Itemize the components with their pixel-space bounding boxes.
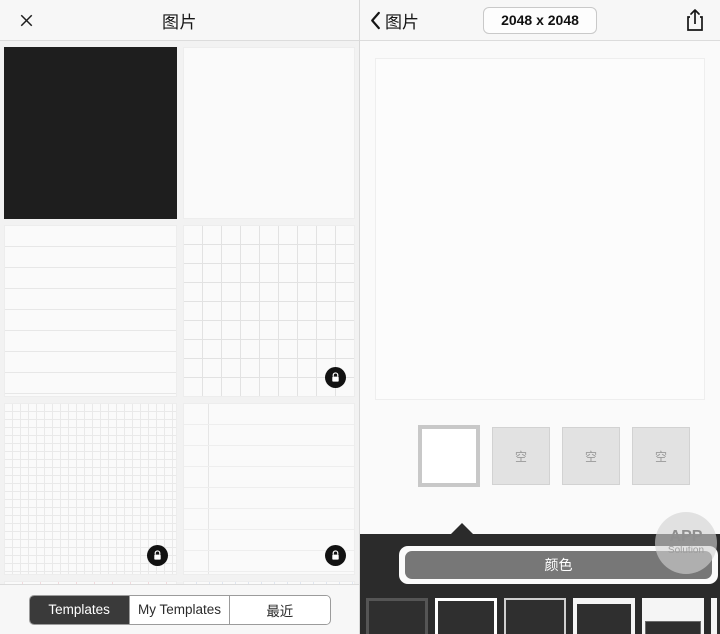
bottom-tab-bar: Templates My Templates 最近 bbox=[0, 584, 359, 634]
page-title: 图片 bbox=[162, 12, 197, 32]
frame-style-option[interactable] bbox=[435, 598, 497, 634]
frame-style-option[interactable] bbox=[711, 598, 720, 634]
frame-style-list[interactable] bbox=[366, 596, 720, 634]
segmented-control: Templates My Templates 最近 bbox=[28, 594, 331, 625]
popup-arrow bbox=[450, 523, 474, 535]
left-header: 图片 bbox=[0, 0, 359, 41]
lock-icon bbox=[146, 545, 168, 566]
frame-style-option[interactable] bbox=[642, 598, 704, 634]
template-preview bbox=[5, 226, 176, 396]
template-preview bbox=[5, 48, 176, 218]
lock-icon bbox=[325, 545, 346, 566]
editor-panel: 图片 2048 x 2048 空 空 空 颜色 APP Solution bbox=[360, 0, 720, 634]
template-card[interactable] bbox=[4, 403, 177, 575]
share-icon[interactable] bbox=[680, 5, 710, 35]
layer-thumbnail[interactable]: 空 bbox=[632, 427, 690, 485]
tab-recent[interactable]: 最近 bbox=[230, 595, 330, 624]
color-button[interactable]: 颜色 bbox=[405, 551, 712, 579]
frame-style-option[interactable] bbox=[504, 598, 566, 634]
template-card[interactable] bbox=[4, 225, 177, 397]
chevron-left-icon bbox=[371, 11, 380, 29]
image-canvas[interactable] bbox=[375, 58, 705, 400]
right-header: 图片 2048 x 2048 bbox=[360, 0, 720, 41]
layer-thumbnail[interactable]: 空 bbox=[492, 427, 550, 485]
app-screen: 图片 Templates My Templates 最近 图片 2048 x 2… bbox=[0, 0, 720, 634]
layer-thumbnails: 空 空 空 bbox=[360, 416, 720, 496]
layer-thumbnail[interactable] bbox=[418, 425, 480, 487]
canvas-size-button[interactable]: 2048 x 2048 bbox=[483, 6, 597, 34]
template-card[interactable] bbox=[182, 225, 355, 397]
close-icon[interactable] bbox=[9, 3, 43, 37]
frame-style-popup: 颜色 bbox=[360, 523, 720, 634]
tab-templates[interactable]: Templates bbox=[29, 595, 130, 624]
template-card[interactable] bbox=[182, 47, 355, 219]
templates-panel: 图片 Templates My Templates 最近 bbox=[0, 0, 360, 634]
frame-style-option[interactable] bbox=[366, 598, 428, 634]
template-card[interactable] bbox=[4, 47, 177, 219]
tab-my-templates[interactable]: My Templates bbox=[129, 595, 231, 624]
canvas-area: 空 空 空 颜色 APP Solution bbox=[360, 41, 720, 634]
template-card[interactable] bbox=[182, 403, 355, 575]
layer-thumbnail[interactable]: 空 bbox=[562, 427, 620, 485]
templates-scroll-area[interactable] bbox=[0, 41, 359, 584]
back-button[interactable]: 图片 bbox=[370, 8, 419, 33]
templates-grid bbox=[0, 41, 359, 584]
color-control-container: 颜色 bbox=[399, 546, 718, 584]
template-preview bbox=[184, 48, 355, 218]
frame-style-option[interactable] bbox=[573, 598, 635, 634]
lock-icon bbox=[325, 367, 346, 388]
back-label: 图片 bbox=[385, 12, 419, 32]
